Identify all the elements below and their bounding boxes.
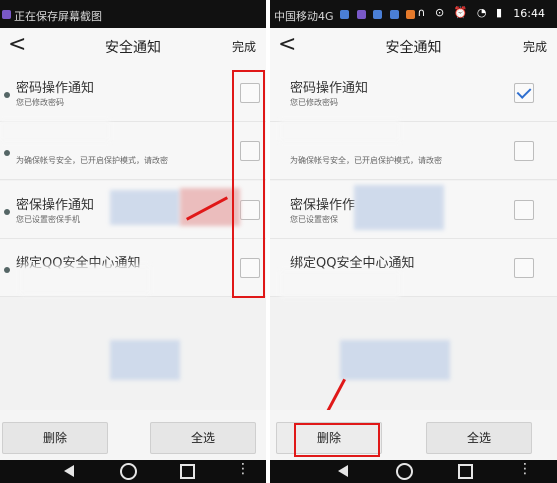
page-title: 安全通知 (105, 40, 161, 56)
clock: 16:44 (513, 7, 545, 20)
item-title: 密码操作通知 (16, 81, 95, 96)
status-bar: 正在保存屏幕截图 (0, 0, 266, 28)
item-checkbox[interactable] (514, 141, 534, 161)
item-title: 密保操作通知 (16, 198, 95, 213)
privacy-mosaic (110, 190, 180, 225)
done-button[interactable]: 完成 (232, 38, 256, 55)
delete-highlight-box (294, 423, 380, 457)
back-triangle-icon[interactable] (338, 465, 348, 477)
done-button[interactable]: 完成 (523, 38, 547, 55)
privacy-mosaic (20, 265, 150, 295)
right-screenshot: 中国移动4G ∩ ⊙ ⏰ ◔ ▮ 16:44 < 安全通知 完成 密码操作通知 … (270, 0, 557, 483)
header: < 安全通知 完成 (270, 28, 557, 65)
item-title: 绑定QQ安全中心通知 (290, 256, 415, 271)
status-text: 正在保存屏幕截图 (14, 10, 102, 23)
left-screenshot: 正在保存屏幕截图 < 安全通知 完成 密码操作通知 您已修改密码 为确保帐号安全… (0, 0, 266, 483)
pointer-arrow (326, 378, 346, 412)
item-subtitle: 您已设置密保 (290, 215, 338, 224)
recents-square-icon[interactable] (458, 464, 473, 479)
checkbox-highlight-box (232, 70, 265, 298)
item-checkbox[interactable] (514, 83, 534, 103)
select-all-button[interactable]: 全选 (426, 422, 532, 454)
system-status-icons: ∩ ⊙ ⏰ ◔ ▮ (417, 6, 505, 19)
delete-button[interactable]: 删除 (2, 422, 108, 454)
back-triangle-icon[interactable] (64, 465, 74, 477)
page-title: 安全通知 (385, 40, 442, 56)
home-circle-icon[interactable] (120, 463, 137, 480)
menu-dots-icon[interactable]: ⋮ (236, 462, 250, 477)
item-subtitle: 为确保帐号安全，已开启保护模式，请改密 (16, 156, 168, 165)
screenshot-icon (2, 10, 11, 19)
item-subtitle: 您已修改密码 (16, 98, 64, 107)
app-icon (389, 9, 399, 19)
item-subtitle: 您已设置密保手机 (16, 215, 80, 224)
app-icon (406, 9, 415, 19)
privacy-mosaic (280, 120, 400, 142)
bullet-icon (4, 150, 10, 156)
home-circle-icon[interactable] (396, 463, 413, 480)
menu-dots-icon[interactable]: ⋮ (518, 462, 532, 477)
footer-bar: 删除 全选 (0, 410, 266, 460)
system-nav-bar: ⋮ (270, 460, 557, 483)
item-checkbox[interactable] (514, 200, 534, 220)
item-checkbox[interactable] (514, 258, 534, 278)
item-title: 密保操作作 (290, 198, 356, 213)
privacy-mosaic (110, 340, 180, 380)
item-subtitle: 您已修改密码 (290, 98, 338, 107)
privacy-mosaic (0, 120, 110, 142)
app-icon (373, 9, 382, 19)
notification-icons (340, 7, 419, 21)
bullet-icon (4, 267, 10, 273)
system-nav-bar: ⋮ (0, 460, 266, 483)
list-item[interactable]: 密码操作通知 您已修改密码 (0, 64, 266, 122)
app-icon (340, 9, 349, 19)
recents-square-icon[interactable] (180, 464, 195, 479)
bullet-icon (4, 92, 10, 98)
list-item[interactable]: 密码操作通知 您已修改密码 (270, 64, 557, 122)
item-title: 密码操作通知 (290, 81, 369, 96)
privacy-mosaic (354, 185, 444, 230)
privacy-mosaic (280, 270, 400, 298)
app-icon (356, 9, 366, 19)
select-all-button[interactable]: 全选 (150, 422, 256, 454)
carrier-text: 中国移动4G (274, 10, 334, 23)
bullet-icon (4, 209, 10, 215)
item-subtitle: 为确保帐号安全，已开启保护模式，请改密 (290, 156, 442, 165)
status-bar: 中国移动4G ∩ ⊙ ⏰ ◔ ▮ 16:44 (270, 0, 557, 28)
privacy-mosaic (340, 340, 450, 380)
header: < 安全通知 完成 (0, 28, 266, 65)
